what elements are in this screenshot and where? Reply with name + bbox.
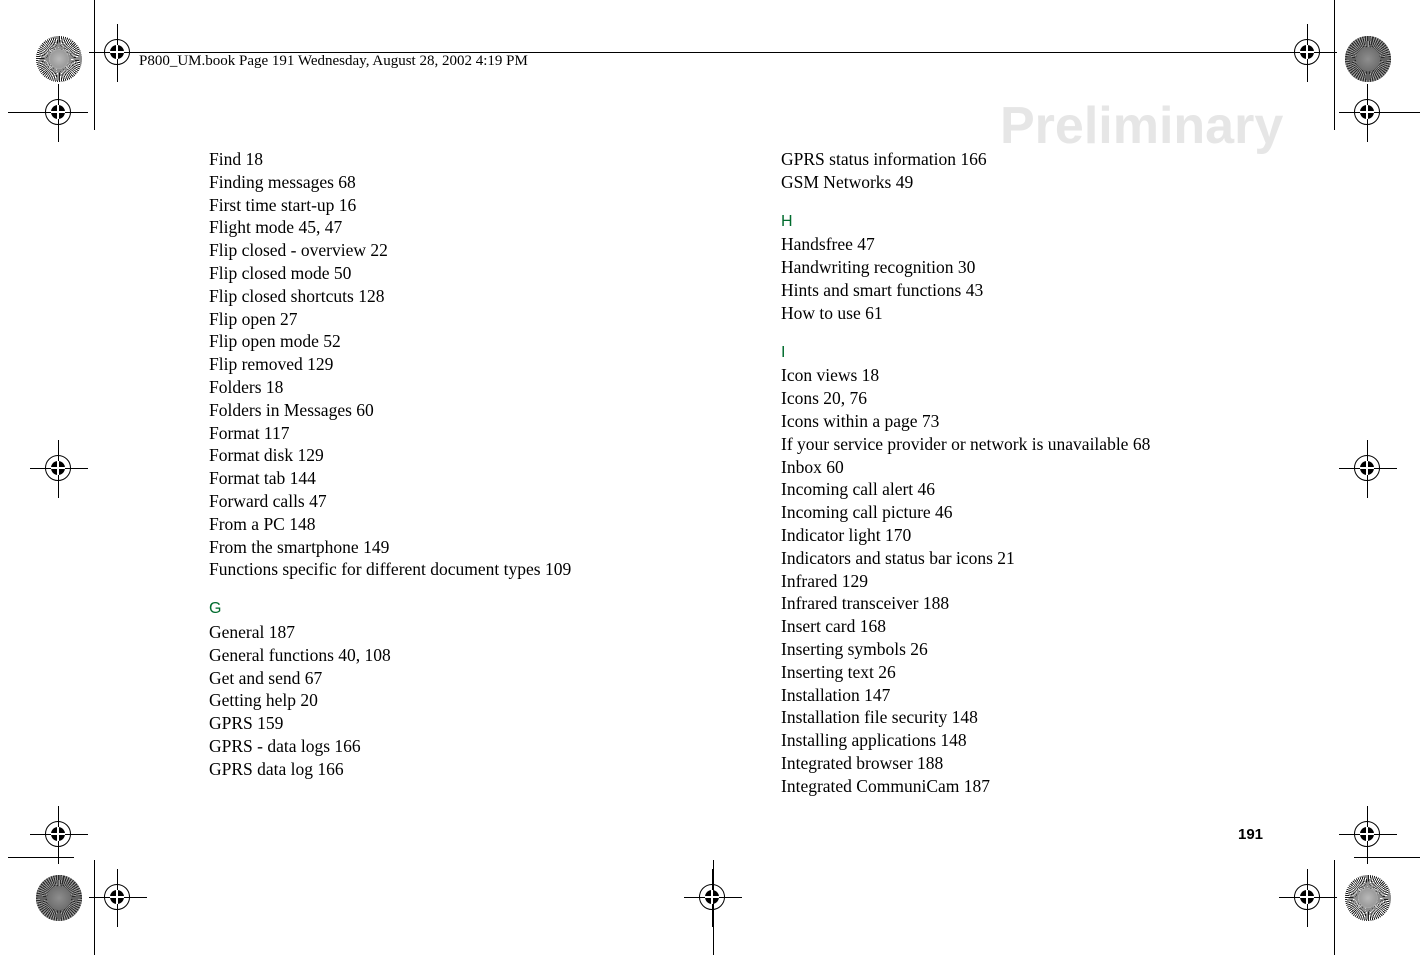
index-entry: Integrated CommuniCam 187 — [781, 775, 990, 796]
index-entry: Integrated browser 188 — [781, 752, 944, 773]
index-entry: Flip closed - overview 22 — [209, 240, 388, 261]
index-entry: Folders in Messages 60 — [209, 399, 374, 420]
index-entry: Inserting text 26 — [781, 661, 896, 682]
index-entry: GPRS status information 166 — [781, 149, 987, 169]
index-entry: Find 18 — [209, 149, 263, 169]
index-entry: Flip removed 129 — [209, 354, 334, 375]
index-entry: Hints and smart functions 43 — [781, 279, 984, 300]
index-entry: Handwriting recognition 30 — [781, 257, 976, 278]
index-entry: Flip open mode 52 — [209, 331, 341, 352]
section-letter-heading: G — [209, 600, 222, 618]
index-entry: Folders 18 — [209, 376, 284, 397]
index-entry: Flip closed shortcuts 128 — [209, 285, 385, 306]
index-entry: Installing applications 148 — [781, 730, 967, 751]
index-entry: Installation 147 — [781, 684, 891, 705]
index-entry: Format disk 129 — [209, 445, 324, 466]
index-entry: Handsfree 47 — [781, 234, 875, 255]
index-entry: GPRS - data logs 166 — [209, 735, 361, 756]
index-entry: Icon views 18 — [781, 365, 880, 386]
section-letter-heading: H — [781, 212, 793, 230]
index-entry: Indicators and status bar icons 21 — [781, 547, 1015, 568]
index-column-left: Find 18 Finding messages 68 First time sta… — [209, 148, 729, 781]
index-entry: General 187 — [209, 621, 296, 642]
index-entry: GSM Networks 49 — [781, 171, 914, 192]
index-entry: Flight mode 45, 47 — [209, 217, 343, 238]
index-entry: Installation file security 148 — [781, 707, 978, 728]
index-entry: Get and send 67 — [209, 667, 323, 688]
page-number: 191 — [1238, 826, 1264, 843]
index-entry: Infrared transceiver 188 — [781, 593, 950, 614]
index-entry: From a PC 148 — [209, 513, 316, 534]
index-columns: Find 18 Finding messages 68 First time sta… — [0, 0, 1428, 955]
index-entry: Incoming call alert 46 — [781, 479, 936, 500]
index-entry: From the smartphone 149 — [209, 536, 390, 557]
index-entry: Format tab 144 — [209, 468, 316, 489]
index-entry: How to use 61 — [781, 302, 883, 323]
index-entry: GPRS 159 — [209, 713, 284, 734]
index-entry: Forward calls 47 — [209, 490, 327, 511]
index-entry: Format 117 — [209, 422, 290, 443]
index-entry: Indicator light 170 — [781, 524, 912, 545]
index-entry: Icons 20, 76 — [781, 388, 868, 409]
index-entry: Incoming call picture 46 — [781, 502, 953, 523]
index-entry: Flip closed mode 50 — [209, 262, 352, 283]
index-entry: Infrared 129 — [781, 570, 868, 591]
index-entry: First time start-up 16 — [209, 194, 357, 215]
index-entry: Finding messages 68 — [209, 171, 356, 192]
index-entry: If your service provider or network is u… — [781, 433, 1151, 454]
index-entry: General functions 40, 108 — [209, 644, 391, 665]
section-letter-heading: I — [781, 343, 786, 361]
index-entry: Inbox 60 — [781, 456, 844, 477]
index-entry: Flip open 27 — [209, 308, 298, 329]
index-entry: GPRS data log 166 — [209, 758, 344, 779]
index-column-right: GPRS status information 166 GSM Networks … — [781, 148, 1301, 798]
index-entry: Getting help 20 — [209, 690, 318, 711]
index-entry: Icons within a page 73 — [781, 410, 940, 431]
index-entry: Functions specific for different documen… — [209, 559, 572, 580]
index-entry: Insert card 168 — [781, 616, 886, 637]
index-entry: Inserting symbols 26 — [781, 638, 928, 659]
